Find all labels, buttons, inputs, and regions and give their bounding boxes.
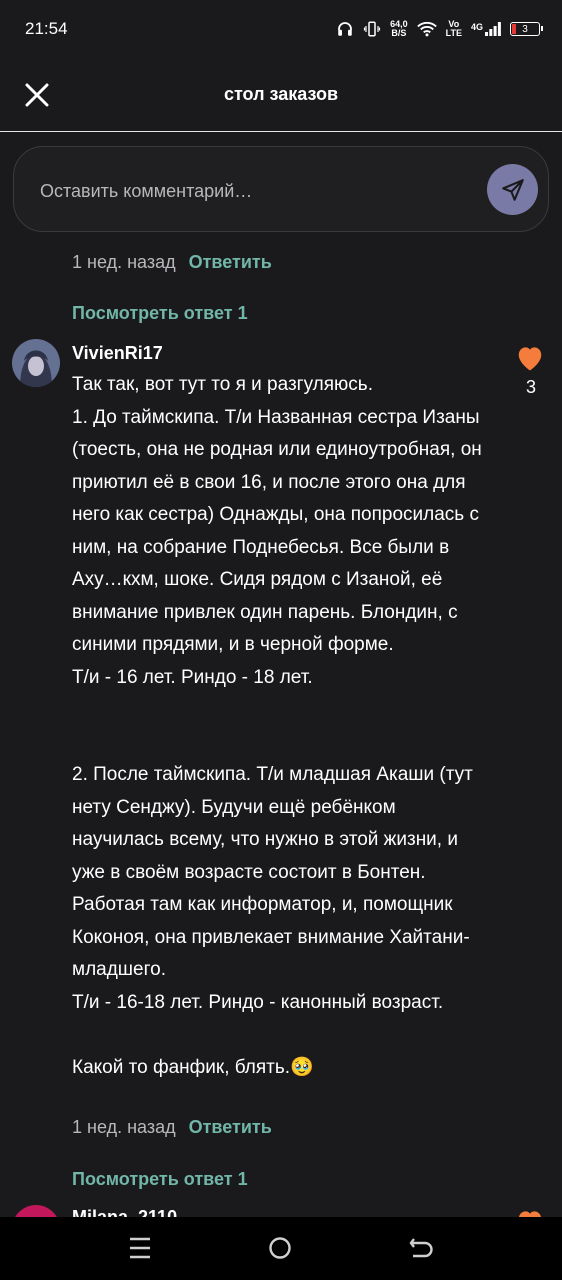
prev-comment-time: 1 нед. назад <box>72 252 176 272</box>
signal-icon <box>485 22 501 36</box>
wifi-icon <box>416 22 437 37</box>
like-count: 3 <box>525 377 536 397</box>
heart-icon <box>518 347 542 371</box>
system-nav-bar <box>0 1217 562 1280</box>
reply-button[interactable]: Ответить <box>189 1117 272 1137</box>
comment-meta: 1 нед. назад Ответить <box>72 1117 272 1138</box>
header: стол заказов <box>0 58 562 132</box>
menu-icon <box>130 1237 150 1259</box>
headphones-icon <box>338 22 353 36</box>
comment-input[interactable] <box>38 171 472 211</box>
net-speed-unit: B/S <box>391 28 407 38</box>
prev-view-replies-link[interactable]: Посмотреть ответ 1 <box>72 303 248 324</box>
comment-username[interactable]: VivienRi17 <box>72 343 163 364</box>
send-icon <box>501 178 524 201</box>
battery-level: 3 <box>522 23 528 35</box>
signal-label: 4G <box>470 22 483 32</box>
net-speed: 64,0 B/S <box>390 20 408 38</box>
avatar-image <box>12 339 60 387</box>
like-button[interactable] <box>515 344 545 377</box>
status-time: 21:54 <box>25 19 68 38</box>
send-button[interactable] <box>487 164 538 215</box>
view-replies-link[interactable]: Посмотреть ответ 1 <box>72 1169 248 1190</box>
volte-bottom: LTE <box>445 28 462 38</box>
page-title: стол заказов <box>223 84 339 104</box>
comment-input-box <box>13 146 549 232</box>
signal-indicator: 4G <box>471 22 501 36</box>
battery-indicator: 3 <box>510 22 543 36</box>
status-icons: 64,0 B/S Vo LTE 4G 3 <box>336 20 543 38</box>
status-bar: 21:54 64,0 B/S Vo LTE 4G 3 <box>0 0 562 58</box>
home-button[interactable] <box>268 1236 292 1265</box>
avatar[interactable] <box>12 339 60 387</box>
vibrate-icon <box>364 21 381 37</box>
prev-reply-button[interactable]: Ответить <box>189 252 272 272</box>
back-icon <box>409 1238 433 1258</box>
back-button[interactable] <box>408 1235 434 1266</box>
comment-text: Так так, вот тут то я и разгуляюсь. 1. Д… <box>72 374 482 1078</box>
volte-indicator: Vo LTE <box>446 20 462 38</box>
recent-apps-button[interactable] <box>128 1235 152 1266</box>
prev-comment-meta: 1 нед. назад Ответить <box>72 252 272 273</box>
home-icon <box>269 1237 291 1259</box>
comment-time: 1 нед. назад <box>72 1117 176 1137</box>
